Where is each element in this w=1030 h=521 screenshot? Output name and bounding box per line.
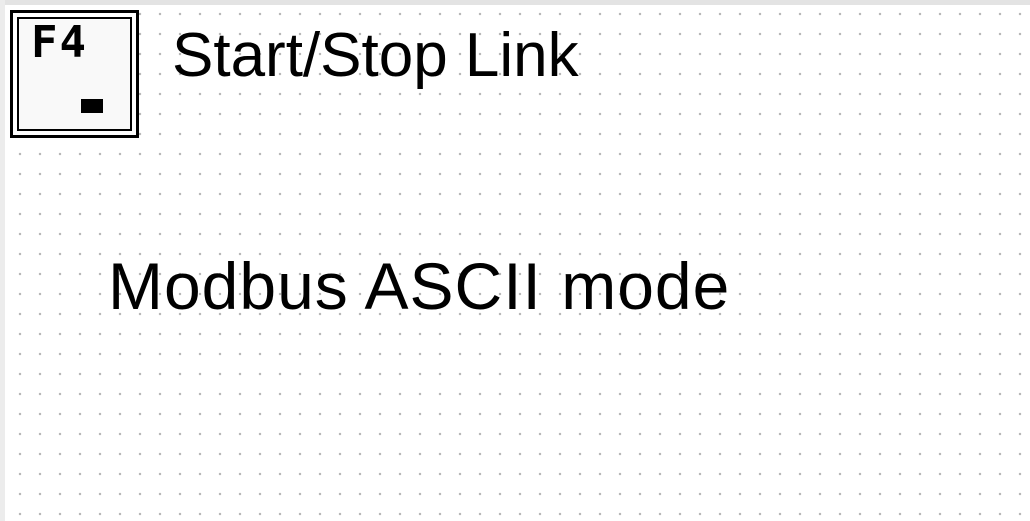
function-key-label: F4: [31, 17, 88, 68]
function-key-indicator: [81, 99, 103, 113]
top-border: [0, 0, 1030, 5]
start-stop-link-title: Start/Stop Link: [172, 21, 579, 90]
dotted-canvas: F4 Start/Stop Link Modbus ASCII mode: [0, 0, 1030, 521]
left-border: [0, 0, 5, 521]
f4-function-key-button[interactable]: F4: [10, 10, 139, 138]
protocol-mode-text: Modbus ASCII mode: [108, 249, 731, 323]
function-key-icon: F4: [17, 17, 132, 131]
